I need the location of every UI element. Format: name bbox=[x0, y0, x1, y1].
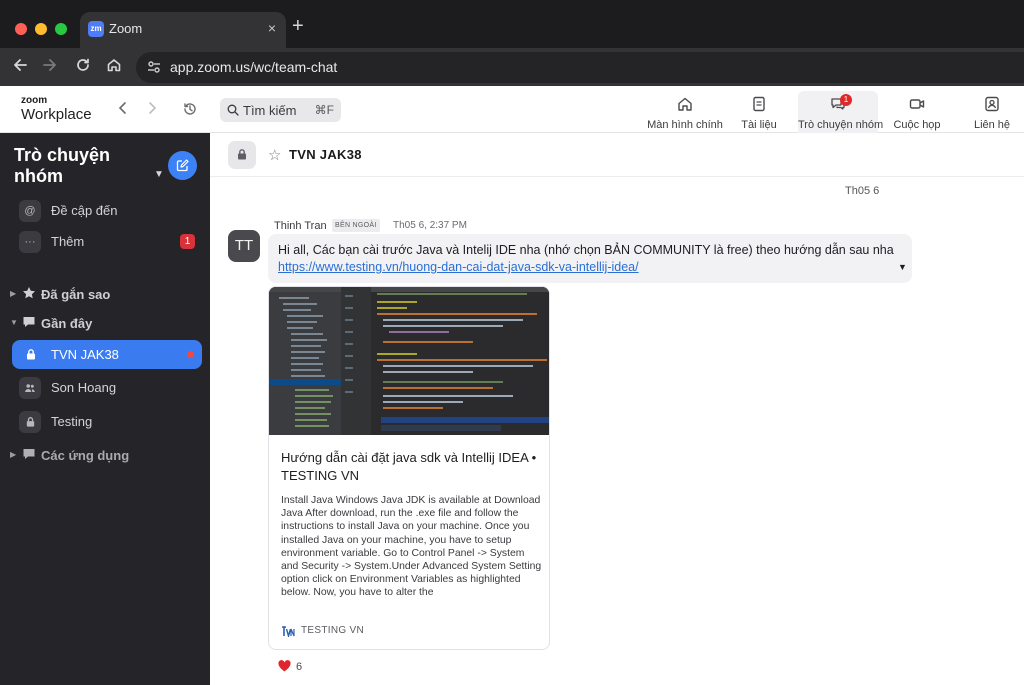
search-input[interactable]: Tìm kiếm ⌘F bbox=[220, 98, 341, 122]
date-divider: Th05 6 bbox=[845, 185, 880, 197]
reaction-count: 6 bbox=[296, 661, 303, 673]
avatar[interactable]: TT bbox=[228, 230, 260, 262]
chevron-left-icon[interactable] bbox=[118, 101, 128, 119]
heart-icon bbox=[278, 660, 291, 672]
browser-titlebar: zm Zoom × + bbox=[0, 0, 1024, 48]
section-recent[interactable]: ▼ Gần đây bbox=[0, 308, 210, 338]
reaction-chip[interactable]: 6 bbox=[278, 659, 302, 677]
browser-tab[interactable]: zm Zoom × bbox=[80, 12, 286, 48]
tab-title: Zoom bbox=[109, 21, 143, 36]
chat-bubble-icon bbox=[23, 449, 35, 459]
caret-down-icon[interactable]: ▼ bbox=[898, 262, 907, 272]
sidebar-item-testing[interactable]: Testing bbox=[0, 407, 210, 437]
chevron-right-icon: ▶ bbox=[10, 450, 17, 459]
url-text: app.zoom.us/wc/team-chat bbox=[170, 59, 338, 75]
zoom-logo-text: zoom bbox=[21, 95, 48, 106]
minimize-window-button[interactable] bbox=[35, 23, 47, 35]
unread-dot bbox=[187, 351, 194, 358]
team-chat-badge: 1 bbox=[840, 94, 852, 106]
testing-vn-logo-icon bbox=[282, 626, 295, 637]
chevron-right-icon[interactable] bbox=[147, 101, 157, 119]
tab-close-icon[interactable]: × bbox=[268, 20, 276, 36]
at-icon: @ bbox=[19, 200, 41, 222]
preview-title[interactable]: Hướng dẫn cài đặt java sdk và Intellij I… bbox=[281, 449, 541, 485]
channel-lock-icon bbox=[228, 141, 256, 169]
workplace-logo-text: Workplace bbox=[21, 106, 92, 123]
section-starred[interactable]: ▶ Đã gắn sao bbox=[0, 279, 210, 309]
reload-icon[interactable] bbox=[75, 57, 91, 78]
nav-team-chat[interactable]: 1 Trò chuyện nhóm bbox=[798, 91, 883, 133]
more-icon: ··· bbox=[19, 231, 41, 253]
home-icon[interactable] bbox=[106, 57, 122, 78]
sidebar-item-label: Son Hoang bbox=[51, 380, 117, 395]
more-badge: 1 bbox=[180, 234, 195, 249]
site-info-icon[interactable] bbox=[146, 59, 162, 75]
chevron-right-icon: ▶ bbox=[10, 289, 17, 298]
zoom-header: zoom Workplace Tìm kiếm ⌘F Màn hình chín… bbox=[0, 86, 1024, 133]
sidebar-item-label: TVN JAK38 bbox=[51, 347, 119, 362]
chevron-down-icon[interactable]: ▼ bbox=[154, 169, 164, 180]
close-window-button[interactable] bbox=[15, 23, 27, 35]
maximize-window-button[interactable] bbox=[55, 23, 67, 35]
people-icon bbox=[19, 377, 41, 399]
lock-icon bbox=[27, 349, 35, 360]
nav-docs[interactable]: Tài liệu bbox=[738, 91, 780, 133]
channel-title[interactable]: TVN JAK38 bbox=[289, 147, 362, 162]
search-icon bbox=[227, 104, 239, 116]
contacts-icon bbox=[985, 96, 999, 112]
star-icon bbox=[23, 287, 35, 299]
message-time: Th05 6, 2:37 PM bbox=[393, 220, 467, 231]
sidebar-item-mentions[interactable]: @ Đề cập đến bbox=[0, 196, 210, 226]
sidebar-item-label: Testing bbox=[51, 414, 93, 429]
home-icon bbox=[678, 97, 692, 111]
nav-meetings-label: Cuộc họp bbox=[893, 119, 941, 131]
preview-image bbox=[269, 287, 549, 435]
video-camera-icon bbox=[909, 99, 925, 109]
nav-contacts[interactable]: Liên hệ bbox=[972, 91, 1012, 133]
browser-toolbar: app.zoom.us/wc/team-chat bbox=[0, 48, 1024, 86]
chat-panel: ☆ TVN JAK38 Th05 6 TT Thinh Tran BÊN NGO… bbox=[210, 133, 1024, 685]
sidebar: Trò chuyện nhóm ▼ @ Đề cập đến ··· Thêm … bbox=[0, 133, 210, 685]
chat-header: ☆ TVN JAK38 bbox=[210, 133, 1024, 177]
star-outline-icon[interactable]: ☆ bbox=[268, 146, 281, 164]
section-label: Các ứng dụng bbox=[41, 448, 130, 463]
back-arrow-icon[interactable] bbox=[12, 57, 28, 78]
link-preview-card[interactable]: Hướng dẫn cài đặt java sdk và Intellij I… bbox=[268, 286, 550, 650]
search-placeholder: Tìm kiếm bbox=[243, 103, 297, 118]
search-shortcut: ⌘F bbox=[314, 103, 334, 117]
sidebar-item-tvn-jak38[interactable]: TVN JAK38 bbox=[12, 340, 202, 369]
message-bubble: Hi all, Các bạn cài trước Java và Inteli… bbox=[268, 234, 912, 283]
chevron-down-icon: ▼ bbox=[10, 318, 18, 327]
nav-contacts-label: Liên hệ bbox=[973, 119, 1011, 131]
sidebar-item-son-hoang[interactable]: Son Hoang bbox=[0, 373, 210, 403]
external-badge: BÊN NGOÀI bbox=[332, 219, 380, 232]
new-chat-button[interactable] bbox=[168, 151, 197, 180]
nav-home-label: Màn hình chính bbox=[647, 119, 723, 131]
zoom-favicon-icon: zm bbox=[88, 21, 104, 37]
new-tab-button[interactable]: + bbox=[292, 16, 304, 36]
nav-team-chat-label: Trò chuyện nhóm bbox=[798, 119, 884, 131]
preview-source: TESTING VN bbox=[301, 625, 365, 636]
sidebar-item-more[interactable]: ··· Thêm 1 bbox=[0, 227, 210, 257]
message-link[interactable]: https://www.testing.vn/huong-dan-cai-dat… bbox=[278, 260, 639, 274]
sidebar-item-label: Đề cập đến bbox=[51, 203, 118, 218]
forward-arrow-icon[interactable] bbox=[42, 57, 58, 78]
message-text: Hi all, Các bạn cài trước Java và Inteli… bbox=[278, 243, 894, 257]
preview-description: Install Java Windows Java JDK is availab… bbox=[281, 495, 542, 599]
sender-name[interactable]: Thinh Tran bbox=[274, 220, 327, 232]
sidebar-item-label: Thêm bbox=[51, 234, 85, 249]
compose-icon bbox=[176, 159, 189, 172]
document-icon bbox=[753, 96, 765, 112]
nav-home[interactable]: Màn hình chính bbox=[646, 91, 724, 133]
chat-bubble-icon bbox=[23, 317, 35, 327]
history-icon[interactable] bbox=[182, 101, 198, 121]
nav-docs-label: Tài liệu bbox=[741, 119, 777, 131]
lock-icon bbox=[19, 411, 41, 433]
section-label: Gần đây bbox=[41, 316, 93, 331]
nav-meetings[interactable]: Cuộc họp bbox=[890, 91, 944, 133]
section-apps[interactable]: ▶ Các ứng dụng bbox=[0, 440, 210, 470]
sidebar-title[interactable]: Trò chuyện nhóm bbox=[14, 145, 154, 187]
address-bar[interactable]: app.zoom.us/wc/team-chat bbox=[136, 52, 1024, 83]
section-label: Đã gắn sao bbox=[41, 287, 111, 302]
